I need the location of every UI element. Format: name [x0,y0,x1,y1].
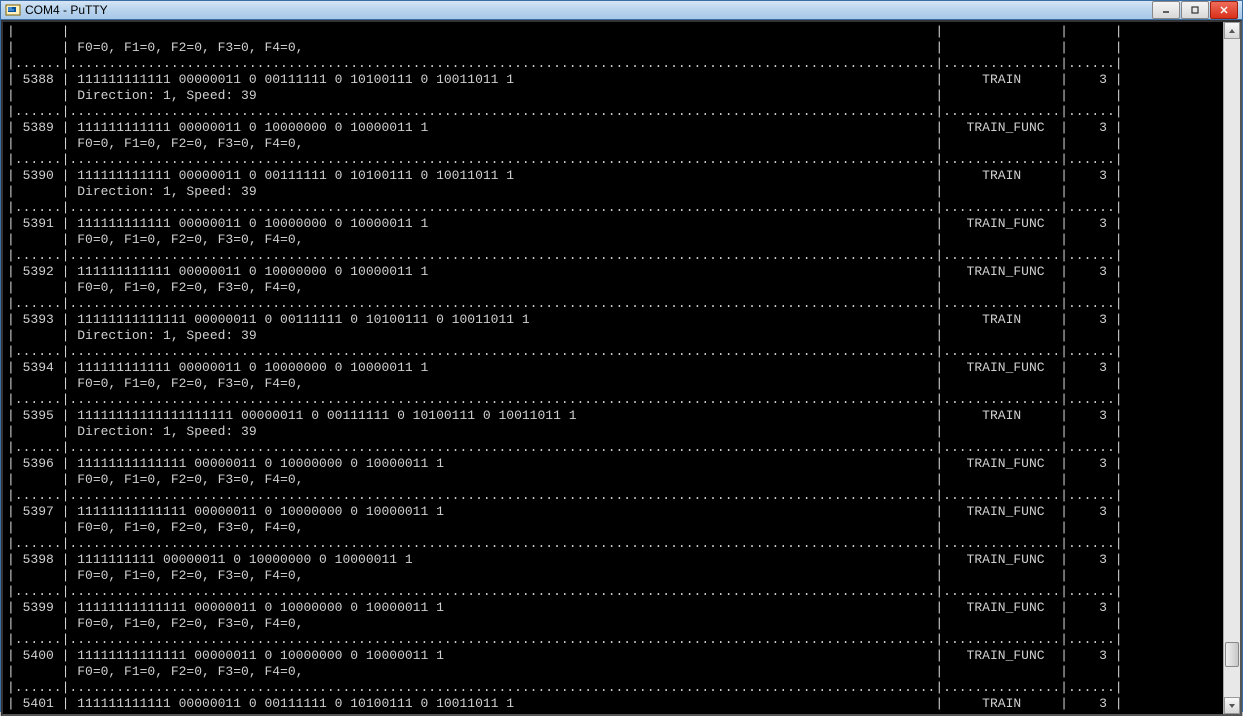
minimize-button[interactable] [1152,1,1180,19]
terminal-wrapper: | | | | | | | F0=0, F1=0, F2=0, F3=0, F4… [1,20,1242,716]
window-title: COM4 - PuTTY [25,3,1151,17]
close-button[interactable] [1210,1,1238,19]
putty-icon [5,2,21,18]
terminal-output[interactable]: | | | | | | | F0=0, F1=0, F2=0, F3=0, F4… [3,22,1223,714]
scrollbar[interactable] [1223,22,1240,714]
scroll-track[interactable] [1224,39,1240,697]
scroll-up-button[interactable] [1224,22,1240,39]
window-frame: COM4 - PuTTY | | [0,0,1243,712]
titlebar[interactable]: COM4 - PuTTY [1,1,1242,20]
window-controls [1151,1,1238,19]
scroll-thumb[interactable] [1225,642,1239,667]
scroll-down-button[interactable] [1224,697,1240,714]
maximize-button[interactable] [1181,1,1209,19]
